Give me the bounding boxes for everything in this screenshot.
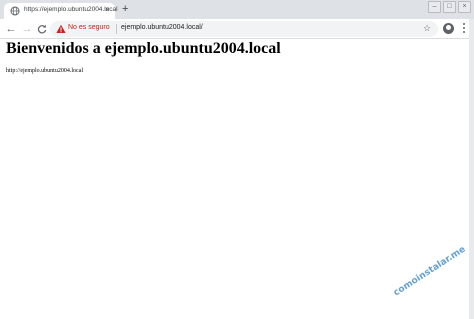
globe-icon — [10, 6, 20, 16]
forward-button[interactable]: → — [20, 22, 34, 36]
profile-avatar-icon[interactable] — [443, 23, 454, 34]
window-frame-right — [469, 19, 474, 319]
page-content: Bienvenidos a ejemplo.ubuntu2004.local h… — [0, 40, 474, 319]
url-text[interactable]: ejemplo.ubuntu2004.local/ — [121, 24, 203, 31]
minimize-button[interactable]: – — [428, 1, 441, 13]
reload-button[interactable] — [35, 22, 49, 36]
tab-title: https://ejemplo.ubuntu2004.local — [24, 6, 118, 13]
browser-window: https://ejemplo.ubuntu2004.local × + – □… — [0, 0, 474, 319]
warning-icon — [56, 24, 66, 33]
maximize-icon: □ — [447, 3, 452, 10]
tab-close-button[interactable]: × — [105, 5, 110, 15]
tab-strip: https://ejemplo.ubuntu2004.local × + – □… — [0, 0, 474, 19]
bookmark-star-icon[interactable]: ☆ — [423, 23, 431, 34]
maximize-button[interactable]: □ — [443, 1, 456, 13]
address-bar[interactable]: No es seguro ejemplo.ubuntu2004.local/ ☆ — [50, 21, 438, 37]
tab-active[interactable]: https://ejemplo.ubuntu2004.local × — [4, 3, 118, 19]
page-url-text: http://ejemplo.ubuntu2004.local — [6, 68, 83, 74]
page-heading: Bienvenidos a ejemplo.ubuntu2004.local — [6, 40, 281, 57]
close-icon: × — [462, 3, 467, 10]
reload-icon — [37, 24, 47, 34]
security-status[interactable]: No es seguro — [68, 24, 110, 31]
back-button[interactable]: ← — [4, 22, 18, 36]
omnibox-divider — [116, 24, 117, 34]
close-window-button[interactable]: × — [458, 1, 471, 13]
new-tab-button[interactable]: + — [122, 3, 128, 15]
minimize-icon: – — [432, 3, 437, 10]
menu-kebab-icon[interactable] — [461, 22, 467, 36]
toolbar: ← → No es seguro ejemplo.ubuntu2004.loca… — [0, 19, 474, 39]
